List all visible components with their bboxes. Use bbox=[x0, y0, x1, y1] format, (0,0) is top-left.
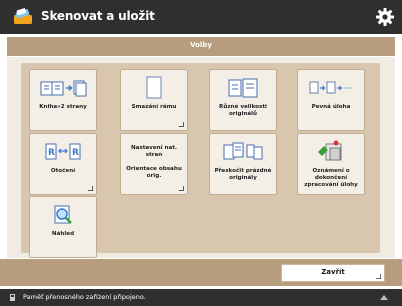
option-original-orientation[interactable]: Nastavení nat. stran Orientace obsahu or… bbox=[120, 133, 188, 195]
more-options-indicator bbox=[88, 186, 93, 191]
notification-icon bbox=[297, 139, 365, 165]
gear-icon[interactable] bbox=[375, 7, 395, 27]
skip-blank-icon bbox=[209, 139, 277, 165]
option-rotate[interactable]: R R Otočení bbox=[29, 133, 97, 195]
option-skip-blank-originals[interactable]: Přeskočit prázdné originály bbox=[209, 133, 277, 195]
more-options-indicator bbox=[179, 122, 184, 127]
rotate-page-icon: R R bbox=[29, 139, 97, 165]
option-top-label: Nastavení nat. stran bbox=[130, 145, 178, 158]
options-grid: Kniha»2 strany Smazání rámu Různé veliko… bbox=[21, 63, 380, 258]
option-label: Otočení bbox=[50, 168, 76, 174]
more-options-indicator bbox=[376, 274, 381, 279]
option-label: Přeskočit prázdné originály bbox=[214, 168, 272, 181]
option-book-to-two-pages[interactable]: Kniha»2 strany bbox=[29, 69, 97, 131]
option-label: Náhled bbox=[51, 231, 75, 237]
option-label: Oznámení o dokončení zpracování úlohy bbox=[304, 168, 358, 188]
status-bar: Paměť přenosného zařízení připojeno. bbox=[0, 289, 402, 306]
option-label: Různé velikosti originálů bbox=[219, 104, 267, 117]
option-label: Orientace obsahu orig. bbox=[126, 166, 182, 179]
option-job-build[interactable]: Pevná úloha bbox=[297, 69, 365, 131]
job-build-icon bbox=[297, 75, 365, 101]
scan-and-store-app-icon bbox=[14, 8, 32, 24]
options-header: Volby bbox=[7, 37, 395, 56]
book-to-two-pages-icon bbox=[29, 75, 97, 101]
option-label: Pevná úloha bbox=[311, 104, 351, 110]
option-job-done-notice[interactable]: Oznámení o dokončení zpracování úlohy bbox=[297, 133, 365, 195]
option-erase-frame[interactable]: Smazání rámu bbox=[120, 69, 188, 131]
option-preview[interactable]: Náhled bbox=[29, 196, 97, 258]
more-options-indicator bbox=[179, 186, 184, 191]
svg-text:R: R bbox=[48, 148, 55, 158]
preview-magnifier-icon bbox=[29, 202, 97, 228]
close-button-label: Zavřít bbox=[321, 268, 345, 276]
svg-text:R: R bbox=[72, 148, 79, 158]
status-message: Paměť přenosného zařízení připojeno. bbox=[23, 293, 146, 301]
screen-title: Skenovat a uložit bbox=[41, 9, 155, 23]
mixed-size-originals-icon bbox=[209, 75, 277, 101]
expand-status-icon[interactable] bbox=[380, 294, 388, 300]
blank-page-icon bbox=[120, 75, 188, 101]
option-label: Smazání rámu bbox=[131, 104, 177, 110]
options-panel: Kniha»2 strany Smazání rámu Různé veliko… bbox=[7, 57, 395, 258]
close-button[interactable]: Zavřít bbox=[281, 264, 385, 282]
storage-device-icon bbox=[10, 294, 15, 301]
title-bar: Skenovat a uložit bbox=[0, 0, 402, 34]
option-label: Kniha»2 strany bbox=[39, 104, 87, 110]
options-title: Volby bbox=[190, 41, 212, 49]
option-mixed-size-originals[interactable]: Různé velikosti originálů bbox=[209, 69, 277, 131]
scan-and-store-options-screen: Skenovat a uložit Volby Kniha»2 strany S… bbox=[0, 0, 402, 306]
